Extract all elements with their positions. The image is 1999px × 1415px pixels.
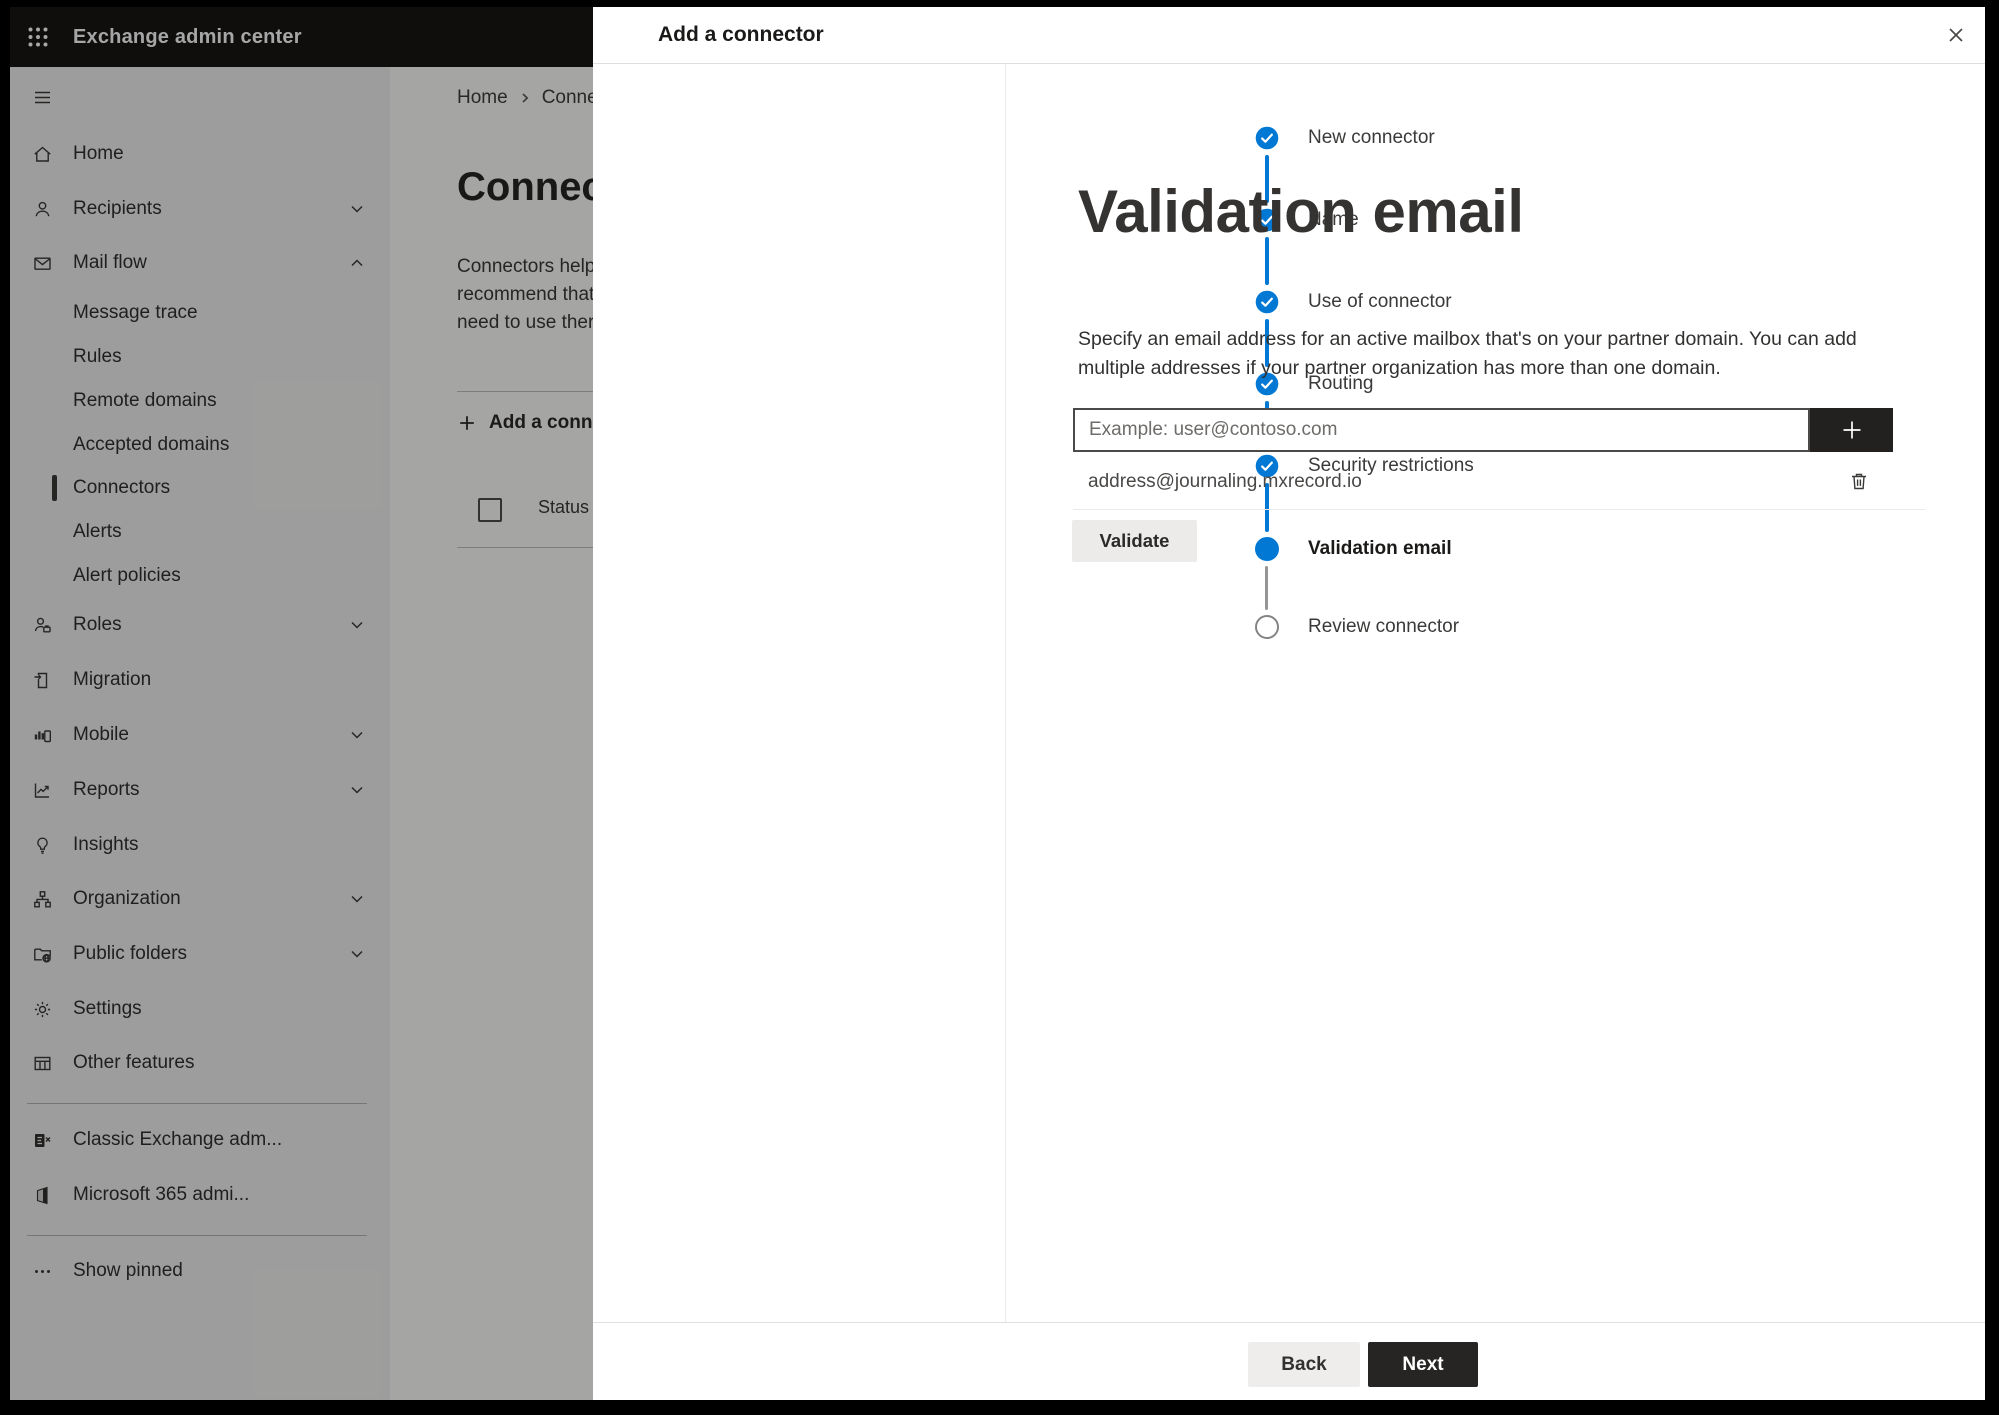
wizard-content: Validation email Specify an email addres… <box>1005 63 1985 1322</box>
email-list-item: address@journaling.mxrecord.io <box>1073 461 1893 503</box>
email-address: address@journaling.mxrecord.io <box>1088 471 1362 492</box>
validation-email-input[interactable] <box>1073 408 1810 452</box>
panel-title: Add a connector <box>658 23 824 46</box>
step-heading: Validation email <box>1078 178 1524 245</box>
app-window: Exchange admin center Home Recipients Ma… <box>10 7 1985 1400</box>
close-button[interactable] <box>1941 20 1971 50</box>
trash-icon <box>1852 473 1866 490</box>
step-description: Specify an email address for an active m… <box>1078 328 1857 379</box>
next-button[interactable]: Next <box>1368 1342 1478 1387</box>
plus-icon <box>1843 421 1860 439</box>
email-list-divider <box>1073 509 1925 510</box>
add-email-button[interactable] <box>1810 408 1893 452</box>
add-connector-panel: Add a connector New connector Name Use o… <box>593 7 1985 1400</box>
close-icon <box>1949 28 1963 42</box>
validate-button[interactable]: Validate <box>1072 520 1197 562</box>
panel-footer: Back Next <box>593 1322 1985 1400</box>
delete-email-button[interactable] <box>1847 470 1871 494</box>
back-button[interactable]: Back <box>1248 1342 1360 1387</box>
